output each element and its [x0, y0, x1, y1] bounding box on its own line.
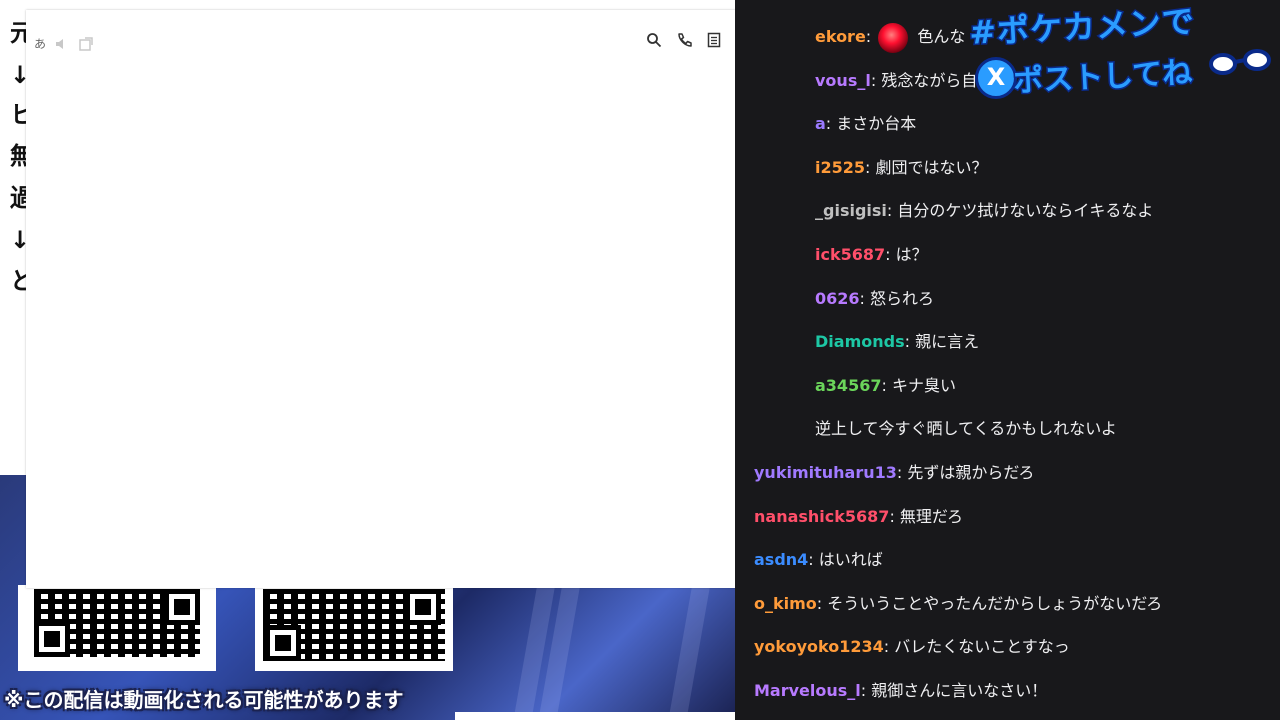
glasses-icon	[1209, 49, 1271, 75]
chat-text: 自分のケツ拭けないならイキるなよ	[897, 201, 1154, 220]
chat-username[interactable]: Marvelous_l	[754, 681, 861, 700]
hashtag-logo: #ポケカメンで X ポストしてね	[965, 0, 1280, 105]
x-logo-icon: X	[975, 57, 1017, 99]
chat-text: 親御さんに言いなさい！	[871, 681, 1048, 700]
chat-username[interactable]: Diamonds	[815, 332, 905, 351]
qr-code-card[interactable]	[18, 585, 216, 671]
chat-username[interactable]: vous_l	[815, 71, 871, 90]
chat-text: まさか台本	[836, 114, 917, 133]
chat-username[interactable]: nanashick5687	[754, 507, 889, 526]
chat-message: _gisigisi: 自分のケツ拭けないならイキるなよ	[815, 201, 1154, 220]
chat-text: 逆上して今すぐ晒してくるかもしれないよ	[815, 419, 1117, 438]
chat-text: はいれば	[818, 550, 883, 569]
chat-username[interactable]: ick5687	[815, 245, 885, 264]
chat-username[interactable]: 0626	[815, 289, 860, 308]
chat-username[interactable]: ekore	[815, 27, 866, 46]
chat-username[interactable]: yukimituharu13	[754, 463, 897, 482]
chat-text: 色んな	[917, 27, 966, 46]
search-icon[interactable]	[646, 32, 662, 48]
emote-icon	[878, 22, 909, 53]
chat-message: yukimituharu13: 先ずは親からだろ	[754, 463, 1035, 482]
chat-username[interactable]: yokoyoko1234	[754, 637, 884, 656]
qr-finder-icon	[34, 621, 70, 657]
logo-post-text: ポストしてね	[1011, 54, 1195, 101]
qr-finder-icon	[164, 589, 200, 625]
chat-text: そういうことやったんだからしょうがないだろ	[827, 594, 1163, 613]
chat-text: バレたくないことすなっ	[894, 637, 1070, 656]
chat-message: 逆上して今すぐ晒してくるかもしれないよ	[815, 414, 1117, 444]
phone-icon[interactable]	[676, 32, 692, 48]
chat-message: a34567: キナ臭い	[815, 376, 956, 395]
chat-message: vous_l: 残念ながら自	[815, 71, 978, 90]
popup-toolbar-left: あ	[34, 35, 94, 52]
chat-message: Diamonds: 親に言え	[815, 332, 980, 351]
chat-text: 先ずは親からだろ	[907, 463, 1035, 482]
chat-message: ick5687: は？	[815, 245, 928, 264]
chat-username[interactable]: o_kimo	[754, 594, 817, 613]
chat-username[interactable]: a	[815, 114, 826, 133]
qr-finder-icon	[405, 589, 441, 625]
chat-message: nanashick5687: 無理だろ	[754, 507, 963, 526]
chat-text: 無理だろ	[899, 507, 963, 526]
logo-hashtag-text: #ポケカメンで	[967, 1, 1198, 54]
chat-message: ekore: 色んな	[815, 22, 966, 53]
chat-username[interactable]: _gisigisi	[815, 201, 887, 220]
bottom-strip	[455, 712, 735, 720]
chat-text: 残念ながら自	[881, 71, 978, 90]
qr-finder-icon	[265, 625, 301, 661]
chat-username[interactable]: a34567	[815, 376, 881, 395]
notes-icon[interactable]	[706, 32, 722, 48]
popup-toolbar-right	[646, 32, 744, 48]
chat-panel[interactable]: ekore: 色んな vous_l: 残念ながら自 a: まさか台本 i2525…	[735, 0, 1280, 720]
chat-message: 0626: 怒られろ	[815, 289, 935, 308]
chat-username[interactable]: i2525	[815, 158, 865, 177]
stream-notice: ※この配信は動画化される可能性があります	[4, 688, 404, 712]
chat-text: 怒られろ	[870, 289, 935, 308]
chat-message: Marvelous_l: 親御さんに言いなさい！	[754, 681, 1048, 700]
qr-code-card[interactable]	[255, 585, 453, 671]
speaker-icon[interactable]	[54, 36, 70, 52]
chat-message: i2525: 劇団ではない？	[815, 158, 988, 177]
chat-text: 劇団ではない？	[875, 158, 988, 177]
chat-message: a: まさか台本	[815, 114, 917, 133]
chat-message: yokoyoko1234: バレたくないことすなっ	[754, 637, 1070, 656]
ime-hiragana-icon[interactable]: あ	[34, 35, 46, 52]
chat-message: asdn4: はいれば	[754, 550, 883, 569]
chat-text: は？	[895, 245, 928, 264]
chat-message: o_kimo: そういうことやったんだからしょうがないだろ	[754, 594, 1163, 613]
popup-window[interactable]: あ	[26, 10, 752, 588]
chat-text: 親に言え	[915, 332, 980, 351]
chat-username[interactable]: asdn4	[754, 550, 808, 569]
external-window-icon[interactable]	[78, 36, 94, 52]
chat-text: キナ臭い	[891, 376, 956, 395]
